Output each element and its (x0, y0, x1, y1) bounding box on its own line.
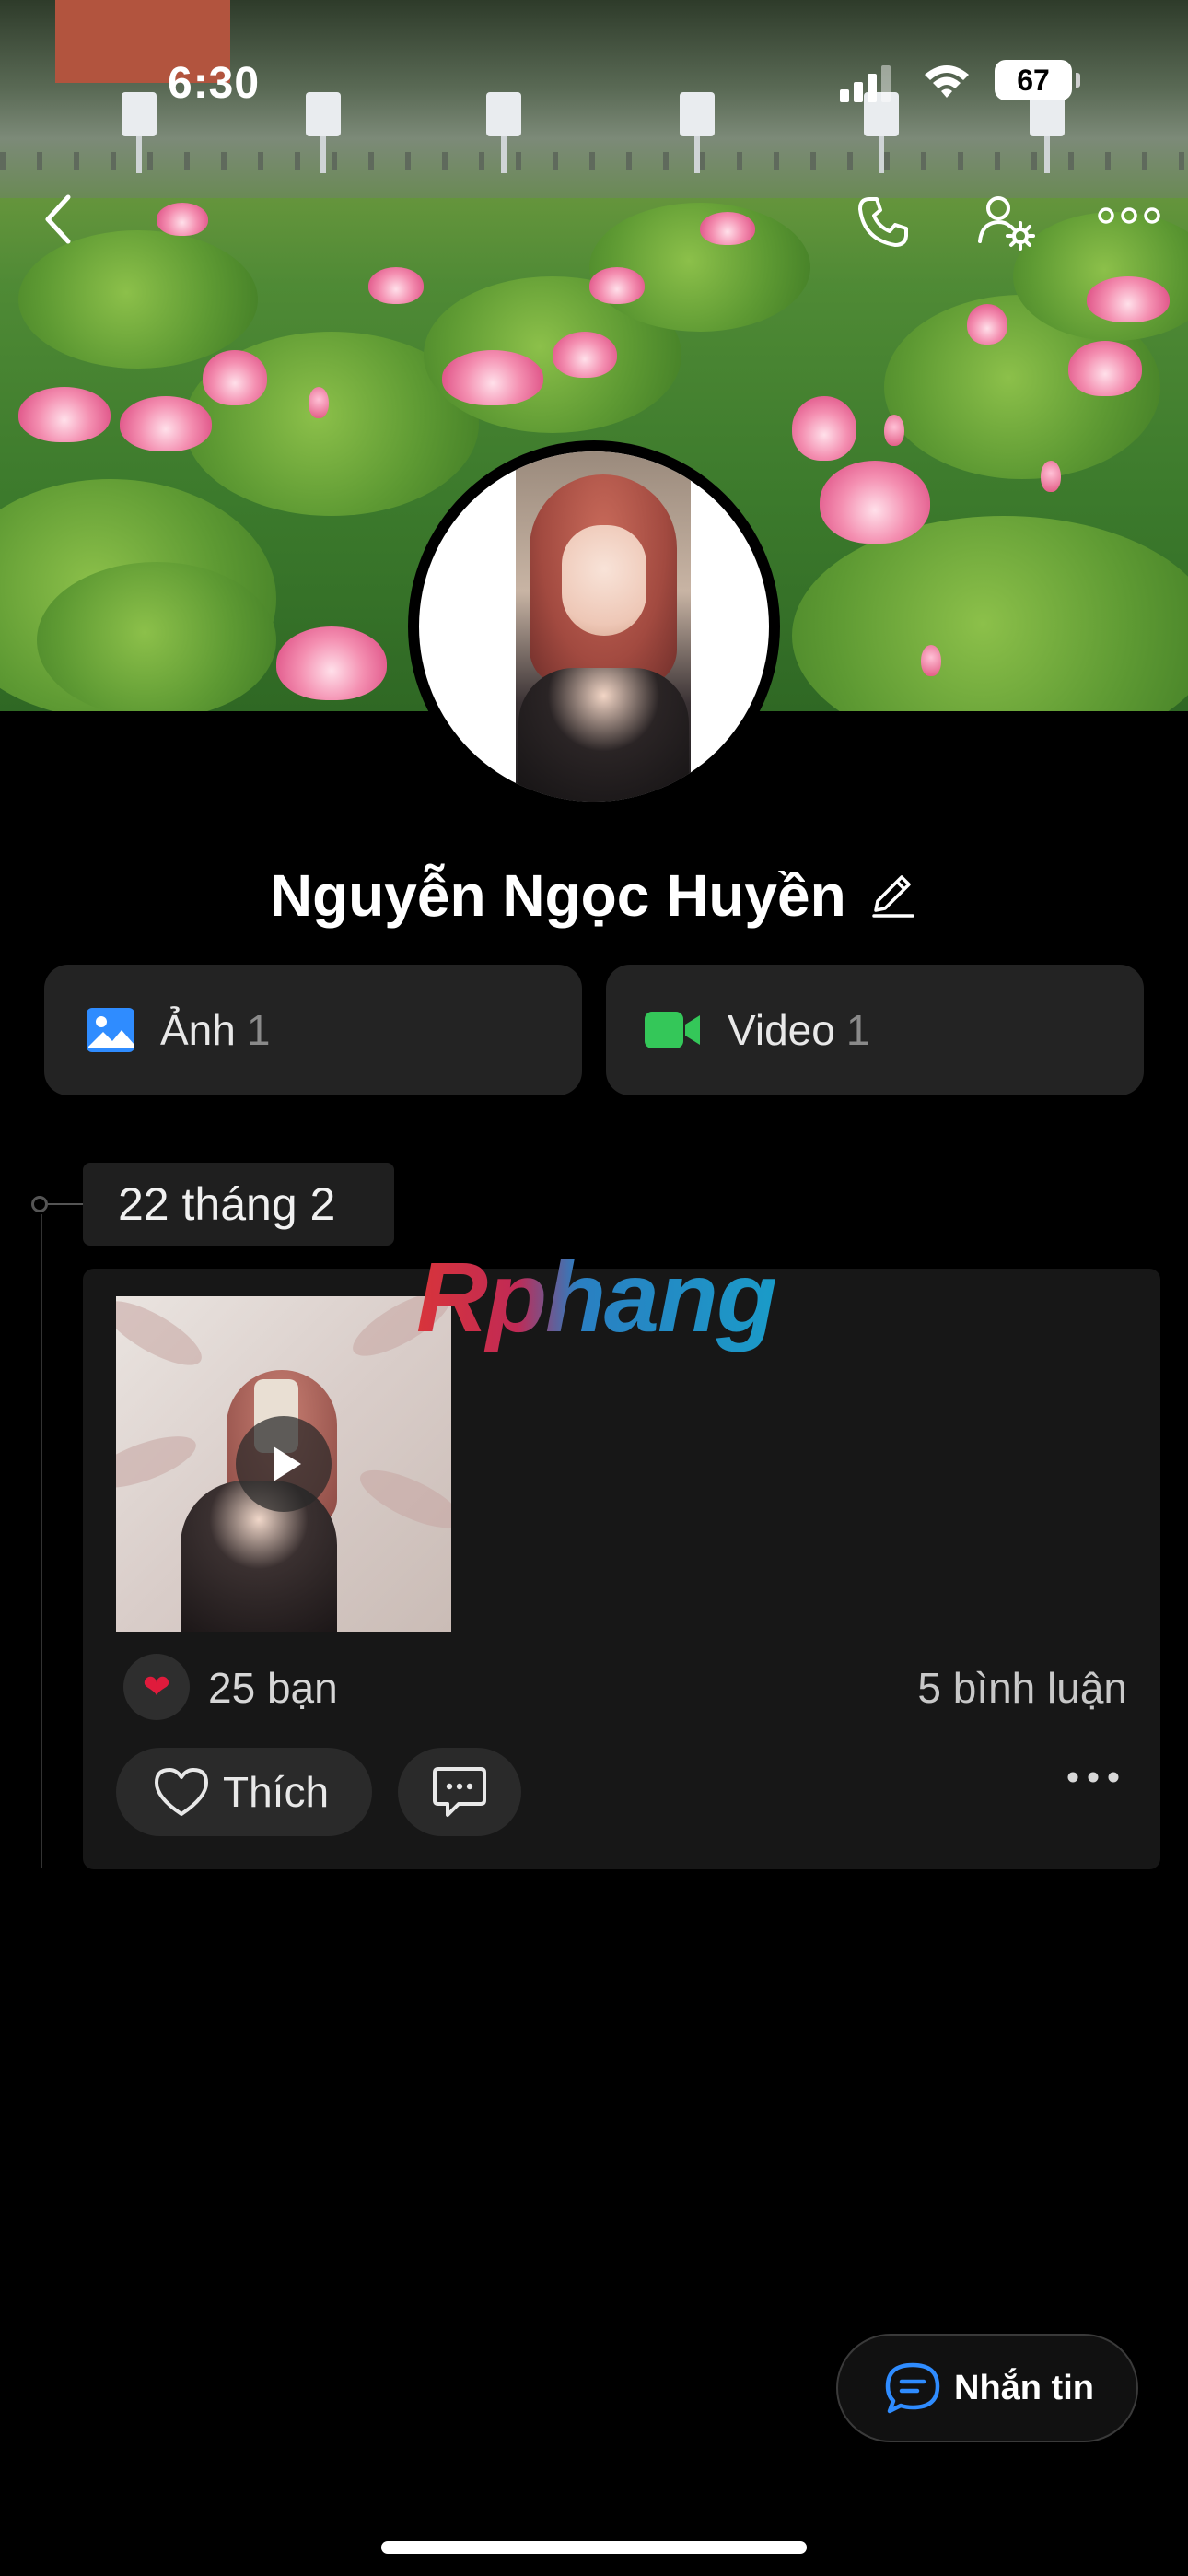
home-indicator[interactable] (381, 2541, 807, 2554)
lotus-flower (553, 332, 617, 378)
lotus-flower (442, 350, 543, 405)
lotus-flower (276, 626, 387, 700)
cover-fence (0, 152, 1188, 170)
photos-label: Ảnh (160, 1006, 236, 1054)
lotus-flower (967, 304, 1007, 345)
battery-indicator: 67 (995, 60, 1080, 100)
reactions-row: ❤ 25 bạn 5 bình luận (123, 1654, 1127, 1724)
video-camera-icon (645, 1012, 700, 1048)
lotus-flower (792, 396, 856, 461)
more-horizontal-icon (1067, 1772, 1119, 1783)
avatar[interactable] (408, 440, 780, 813)
comment-button[interactable] (398, 1748, 521, 1836)
lotus-flower (120, 396, 212, 451)
like-label: Thích (223, 1768, 330, 1816)
comment-count[interactable]: 5 bình luận (917, 1663, 1127, 1713)
like-button[interactable]: Thích (116, 1748, 372, 1836)
lotus-flower (157, 203, 208, 236)
lotus-flower (589, 267, 645, 304)
lotus-bud (884, 415, 904, 446)
call-button[interactable] (855, 193, 912, 255)
chevron-left-icon (45, 194, 71, 244)
lotus-flower (820, 461, 930, 544)
video-thumbnail[interactable] (116, 1296, 451, 1632)
lotus-flower (368, 267, 424, 304)
profile-settings-button[interactable] (976, 193, 1037, 257)
heart-outline-icon (155, 1768, 208, 1816)
profile-name: Nguyễn Ngọc Huyền (269, 862, 846, 929)
wifi-icon (921, 60, 973, 105)
comment-icon (433, 1767, 486, 1817)
profile-name-row: Nguyễn Ngọc Huyền (0, 861, 1188, 930)
heart-reaction-icon[interactable]: ❤ (123, 1654, 190, 1720)
timeline-connector (48, 1203, 83, 1205)
play-icon[interactable] (236, 1416, 332, 1512)
videos-label: Video (728, 1006, 835, 1054)
user-settings-icon (978, 196, 1035, 251)
status-bar: 6:30 67 (0, 51, 1188, 115)
lotus-bud (921, 645, 941, 676)
lotus-flower (1068, 341, 1142, 396)
lotus-flower (203, 350, 267, 405)
lotus-leaf (37, 562, 276, 711)
videos-button[interactable]: Video 1 (606, 965, 1144, 1095)
lotus-leaf (792, 516, 1188, 711)
pencil-icon (872, 874, 914, 918)
lotus-bud (1041, 461, 1061, 492)
lotus-leaf (18, 230, 258, 369)
chat-bubble-icon (885, 2362, 940, 2414)
more-horizontal-icon (1098, 207, 1160, 224)
lotus-flower (18, 387, 111, 442)
cellular-signal-icon (840, 65, 893, 102)
post-card: ❤ 25 bạn 5 bình luận Thích (83, 1269, 1160, 1869)
phone-icon (858, 197, 908, 247)
timeline-date: 22 tháng 2 (83, 1163, 394, 1246)
photo-icon (87, 1008, 134, 1052)
watermark-logo: Rphang (416, 1241, 777, 1352)
lotus-flower (1087, 276, 1170, 322)
edit-name-button[interactable] (867, 868, 918, 924)
timeline-line (41, 1214, 42, 1868)
more-options-button[interactable] (1098, 205, 1160, 231)
reaction-count[interactable]: 25 bạn (208, 1663, 338, 1713)
avatar-image (419, 451, 769, 802)
message-button[interactable]: Nhắn tin (836, 2334, 1138, 2442)
photos-count: 1 (246, 1006, 271, 1054)
back-button[interactable] (41, 193, 77, 250)
videos-count: 1 (845, 1006, 870, 1054)
post-more-button[interactable] (1066, 1771, 1120, 1788)
status-time: 6:30 (168, 59, 261, 108)
lotus-flower (700, 212, 755, 245)
timeline-dot (31, 1196, 48, 1212)
message-label: Nhắn tin (954, 2368, 1094, 2407)
photos-button[interactable]: Ảnh 1 (44, 965, 582, 1095)
lotus-bud (309, 387, 329, 418)
